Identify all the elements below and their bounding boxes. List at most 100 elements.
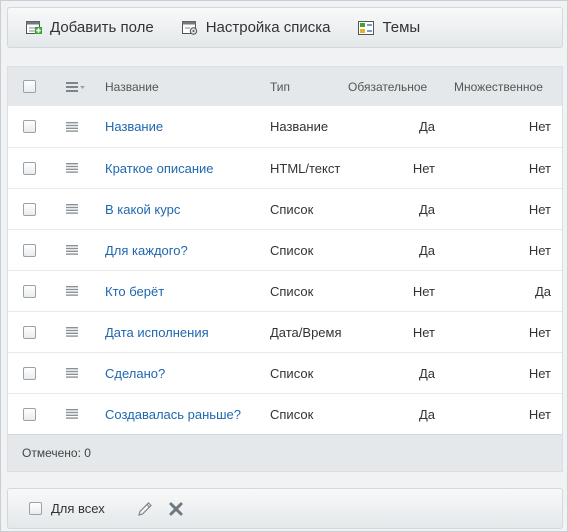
drag-handle-icon bbox=[66, 409, 78, 419]
row-checkbox-cell bbox=[23, 271, 36, 311]
table-row[interactable]: Для каждого? Список Да Нет bbox=[8, 229, 562, 270]
edit-button[interactable] bbox=[137, 501, 153, 517]
header-checkbox-cell bbox=[23, 67, 36, 106]
window-frame: Добавить поле Настройка списка Темы Назв… bbox=[0, 0, 568, 532]
column-header-name[interactable]: Название bbox=[105, 67, 159, 106]
field-name-link[interactable]: В какой курс bbox=[105, 189, 180, 229]
list-settings-label: Настройка списка bbox=[205, 19, 331, 36]
drag-handle-icon bbox=[66, 327, 78, 337]
row-checkbox-cell bbox=[23, 106, 36, 147]
add-field-label: Добавить поле bbox=[50, 19, 154, 36]
menu-lines-icon bbox=[66, 81, 85, 92]
list-settings-button[interactable]: Настройка списка bbox=[181, 19, 331, 36]
action-bar: Для всех bbox=[7, 488, 563, 529]
drag-handle-icon bbox=[66, 368, 78, 378]
row-checkbox[interactable] bbox=[23, 284, 36, 298]
table-row[interactable]: В какой курс Список Да Нет bbox=[8, 188, 562, 229]
field-multiple: Нет bbox=[528, 324, 551, 340]
drag-handle-icon bbox=[66, 286, 78, 296]
table-row[interactable]: Сделано? Список Да Нет bbox=[8, 352, 562, 393]
selected-count: Отмечено: 0 bbox=[22, 446, 91, 460]
list-settings-icon bbox=[181, 20, 197, 35]
field-type: Список bbox=[270, 406, 314, 422]
row-checkbox-cell bbox=[23, 230, 36, 270]
drag-handle[interactable] bbox=[66, 271, 78, 311]
field-name-link[interactable]: Сделано? bbox=[105, 353, 165, 393]
field-name-link[interactable]: Краткое описание bbox=[105, 148, 214, 188]
row-checkbox[interactable] bbox=[23, 161, 36, 175]
drag-handle[interactable] bbox=[66, 106, 78, 147]
field-type: Список bbox=[270, 201, 314, 217]
field-multiple: Да bbox=[534, 283, 551, 299]
field-name-link[interactable]: Дата исполнения bbox=[105, 312, 209, 352]
drag-handle[interactable] bbox=[66, 353, 78, 393]
drag-handle[interactable] bbox=[66, 148, 78, 188]
drag-handle-icon bbox=[66, 121, 78, 132]
field-multiple: Нет bbox=[528, 201, 551, 217]
row-checkbox-cell bbox=[23, 189, 36, 229]
column-header-required[interactable]: Обязательное bbox=[348, 67, 443, 106]
row-checkbox[interactable] bbox=[23, 120, 36, 133]
drag-handle-icon bbox=[66, 163, 78, 173]
pencil-icon bbox=[137, 501, 152, 516]
field-type: Дата/Время bbox=[270, 324, 342, 340]
field-type: Список bbox=[270, 365, 314, 381]
row-checkbox[interactable] bbox=[23, 366, 36, 380]
row-checkbox[interactable] bbox=[23, 243, 36, 257]
drag-handle[interactable] bbox=[66, 312, 78, 352]
field-type: HTML/текст bbox=[270, 160, 341, 176]
row-checkbox-cell bbox=[23, 394, 36, 434]
field-name-link[interactable]: Для каждого? bbox=[105, 230, 188, 270]
table-row[interactable]: Название Название Да Нет bbox=[8, 106, 562, 147]
table-body: Название Название Да Нет Краткое описание HTM… bbox=[8, 106, 562, 434]
field-multiple: Нет bbox=[528, 406, 551, 422]
table-row[interactable]: Кто берёт Список Нет Да bbox=[8, 270, 562, 311]
field-required: Да bbox=[418, 406, 435, 422]
field-required: Нет bbox=[412, 160, 435, 176]
table-row[interactable]: Дата исполнения Дата/Время Нет Нет bbox=[8, 311, 562, 352]
select-all-checkbox[interactable] bbox=[23, 80, 36, 93]
table-header: Название Тип Обязательное Множественное bbox=[8, 67, 562, 106]
row-checkbox-cell bbox=[23, 312, 36, 352]
field-multiple: Нет bbox=[528, 160, 551, 176]
table-footer: Отмечено: 0 bbox=[8, 434, 562, 471]
column-header-type[interactable]: Тип bbox=[270, 67, 290, 106]
field-required: Да bbox=[418, 119, 435, 134]
field-required: Нет bbox=[412, 324, 435, 340]
table-row[interactable]: Создавалась раньше? Список Да Нет bbox=[8, 393, 562, 434]
drag-handle[interactable] bbox=[66, 230, 78, 270]
row-checkbox-cell bbox=[23, 148, 36, 188]
add-field-icon bbox=[26, 20, 42, 34]
field-name-link[interactable]: Кто берёт bbox=[105, 271, 164, 311]
field-name-link[interactable]: Создавалась раньше? bbox=[105, 394, 241, 434]
row-checkbox[interactable] bbox=[23, 407, 36, 421]
column-header-multiple[interactable]: Множественное bbox=[454, 67, 555, 106]
themes-label: Темы bbox=[382, 19, 421, 36]
field-multiple: Нет bbox=[528, 242, 551, 258]
for-all-checkbox[interactable] bbox=[29, 502, 42, 515]
field-required: Да bbox=[418, 201, 435, 217]
row-checkbox[interactable] bbox=[23, 202, 36, 216]
delete-x-icon bbox=[169, 502, 183, 515]
field-name-link[interactable]: Название bbox=[105, 106, 163, 147]
drag-handle-icon bbox=[66, 245, 78, 255]
field-type: Список bbox=[270, 283, 314, 299]
for-all-label: Для всех bbox=[51, 501, 105, 516]
drag-handle[interactable] bbox=[66, 394, 78, 434]
drag-handle[interactable] bbox=[66, 189, 78, 229]
field-multiple: Нет bbox=[528, 365, 551, 381]
themes-button[interactable]: Темы bbox=[358, 19, 420, 36]
toolbar: Добавить поле Настройка списка Темы bbox=[7, 7, 563, 48]
fields-table: Название Тип Обязательное Множественное … bbox=[7, 66, 563, 472]
field-required: Да bbox=[418, 242, 435, 258]
table-row[interactable]: Краткое описание HTML/текст Нет Нет bbox=[8, 147, 562, 188]
row-checkbox-cell bbox=[23, 353, 36, 393]
themes-icon bbox=[358, 20, 375, 35]
field-required: Нет bbox=[412, 283, 435, 299]
column-menu-button[interactable] bbox=[66, 67, 86, 106]
add-field-button[interactable]: Добавить поле bbox=[26, 19, 154, 36]
field-type: Список bbox=[270, 242, 314, 258]
row-checkbox[interactable] bbox=[23, 325, 36, 339]
field-multiple: Нет bbox=[528, 119, 551, 134]
delete-button[interactable] bbox=[169, 502, 183, 516]
